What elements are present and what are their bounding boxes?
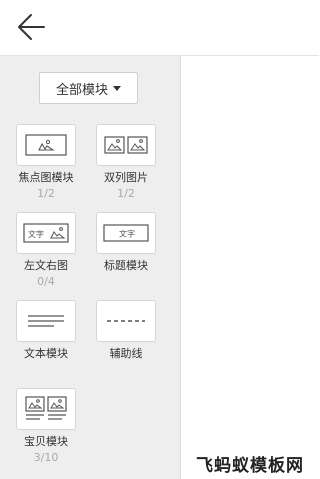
module-filter-dropdown[interactable]: 全部模块 xyxy=(39,72,138,104)
title-icon: 文字 xyxy=(96,212,156,254)
icon-text: 文字 xyxy=(119,229,135,239)
module-label: 辅助线 xyxy=(109,347,143,360)
module-label: 标题模块 xyxy=(104,259,148,272)
caret-down-icon xyxy=(113,86,121,91)
focus-image-icon xyxy=(16,124,76,166)
top-bar xyxy=(0,0,319,56)
module-focus-image[interactable]: 焦点图模块 1/2 xyxy=(15,124,77,201)
module-label: 宝贝模块 xyxy=(24,435,68,448)
dashed-line-icon xyxy=(96,300,156,342)
product-grid-icon xyxy=(16,388,76,430)
text-left-image-right-icon: 文字 xyxy=(16,212,76,254)
module-count: 1/2 xyxy=(37,187,55,200)
module-helper-line[interactable]: 辅助线 xyxy=(95,300,157,361)
double-image-icon xyxy=(96,124,156,166)
module-label: 左文右图 xyxy=(24,259,68,272)
watermark-text: 飞蚂蚁模板网 xyxy=(196,456,304,476)
module-filter-label: 全部模块 xyxy=(55,82,108,98)
module-label: 双列图片 xyxy=(104,171,148,184)
module-count: 0/4 xyxy=(37,275,55,288)
module-product[interactable]: 宝贝模块 3/10 xyxy=(15,388,77,465)
module-count: 3/10 xyxy=(33,451,59,464)
module-text-left-image-right[interactable]: 文字 左文右图 0/4 xyxy=(15,212,77,289)
module-title[interactable]: 文字 标题模块 xyxy=(95,212,157,273)
icon-text: 文字 xyxy=(28,229,44,239)
module-label: 文本模块 xyxy=(24,347,68,360)
module-sidebar: 全部模块 焦点图模块 1/2 双列图片 1/2 文字 左文右图 0/4 文字 标… xyxy=(0,56,181,479)
editor-canvas xyxy=(182,56,319,479)
module-text[interactable]: 文本模块 xyxy=(15,300,77,361)
module-count: 1/2 xyxy=(117,187,135,200)
text-lines-icon xyxy=(16,300,76,342)
module-label: 焦点图模块 xyxy=(18,171,74,184)
module-double-image[interactable]: 双列图片 1/2 xyxy=(95,124,157,201)
arrow-left-icon[interactable] xyxy=(14,12,48,42)
